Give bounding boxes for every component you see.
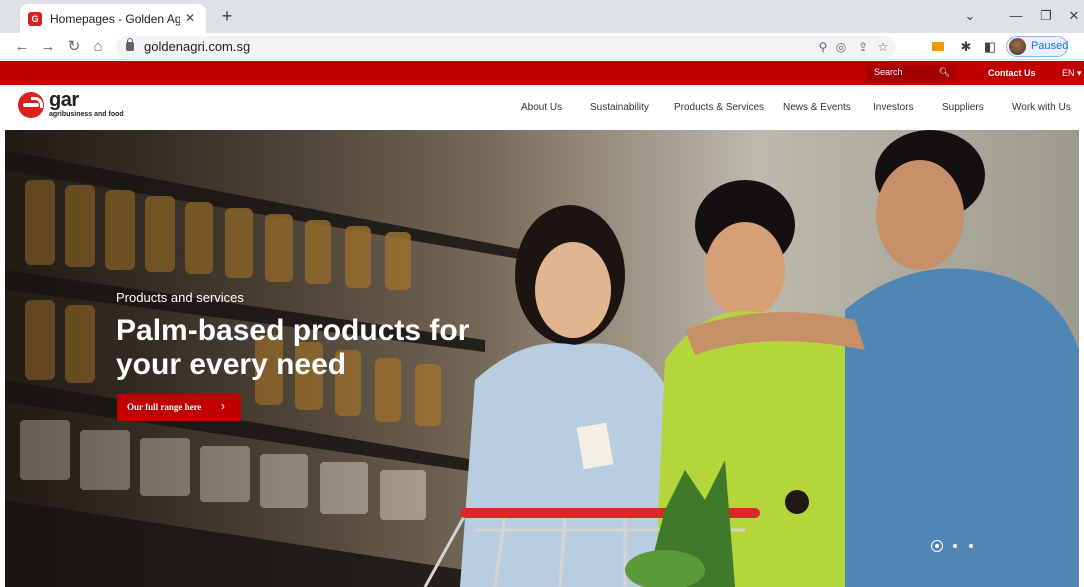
nav-about-us[interactable]: About Us (521, 102, 562, 113)
tab-title: Homepages - Golden Agri-Resou (50, 12, 180, 26)
new-tab-button[interactable]: + (216, 5, 238, 27)
nav-products-services[interactable]: Products & Services (674, 102, 764, 113)
nav-work-with-us[interactable]: Work with Us (1012, 102, 1071, 113)
nav-news-events[interactable]: News & Events (783, 102, 851, 113)
share-icon[interactable]: ⇪ (854, 38, 872, 56)
home-icon[interactable]: ⌂ (88, 37, 108, 57)
carousel-dot[interactable] (953, 544, 957, 548)
contact-us-link[interactable]: Contact Us (988, 68, 1036, 78)
restore-icon[interactable]: ❐ (1034, 6, 1058, 26)
eye-off-icon[interactable]: ◎ (832, 38, 850, 56)
tab-search-chevron-icon[interactable]: ⌄ (958, 6, 982, 26)
site-search-input[interactable]: Search 🔍︎ (866, 65, 956, 81)
search-placeholder: Search (874, 67, 903, 77)
profile-paused-button[interactable]: Paused (1006, 36, 1068, 57)
minimize-icon[interactable]: — (1004, 6, 1028, 26)
carousel-pagination (931, 540, 981, 554)
zoom-icon[interactable]: ⚲ (814, 38, 832, 56)
forward-arrow-icon[interactable]: → (38, 37, 58, 57)
site-header: gar agribusiness and food About Us Susta… (0, 85, 1084, 130)
close-window-icon[interactable]: ✕ (1062, 6, 1084, 26)
bookmark-star-icon[interactable]: ☆ (874, 38, 892, 56)
reload-icon[interactable]: ↻ (64, 37, 84, 57)
carousel-dot[interactable] (969, 544, 973, 548)
url-text[interactable]: goldenagri.com.sg (144, 39, 250, 54)
full-range-button[interactable]: Our full range here › (117, 394, 241, 421)
browser-tab[interactable]: G Homepages - Golden Agri-Resou ✕ (20, 4, 206, 33)
logo-text[interactable]: gar (49, 89, 79, 112)
extension-orange-icon[interactable] (928, 37, 948, 57)
search-icon[interactable]: 🔍︎ (939, 67, 950, 78)
hero-banner: Products and services Palm-based product… (5, 130, 1079, 587)
site-utility-bar: Search 🔍︎ Contact Us EN ▾ (0, 61, 1084, 85)
full-range-button-label: Our full range here (127, 402, 202, 412)
tab-close-icon[interactable]: ✕ (182, 10, 198, 26)
profile-status: Paused (1031, 40, 1069, 52)
nav-investors[interactable]: Investors (873, 102, 914, 113)
browser-toolbar: ← → ↻ ⌂ goldenagri.com.sg ⚲ ◎ ⇪ ☆ ✱ ◧ Pa… (0, 33, 1084, 60)
site-favicon-icon: G (28, 12, 42, 26)
language-selector[interactable]: EN ▾ (1062, 68, 1082, 79)
side-panel-icon[interactable]: ◧ (980, 37, 1000, 57)
nav-suppliers[interactable]: Suppliers (942, 102, 984, 113)
logo-tagline: agribusiness and food (49, 111, 124, 118)
back-arrow-icon[interactable]: ← (12, 37, 32, 57)
hero-title: Palm-based products for your every need (116, 314, 470, 381)
hero-kicker: Products and services (116, 290, 244, 305)
nav-sustainability[interactable]: Sustainability (590, 102, 649, 113)
lock-icon (126, 38, 134, 51)
address-bar[interactable]: goldenagri.com.sg ⚲ ◎ ⇪ ☆ (116, 36, 896, 58)
browser-tabstrip: G Homepages - Golden Agri-Resou ✕ + ⌄ — … (0, 0, 1084, 33)
avatar (1009, 38, 1026, 55)
chevron-right-icon: › (221, 399, 225, 413)
gar-logo-icon[interactable] (18, 92, 44, 118)
puzzle-extensions-icon[interactable]: ✱ (956, 37, 976, 57)
carousel-dot-active[interactable] (931, 540, 943, 552)
